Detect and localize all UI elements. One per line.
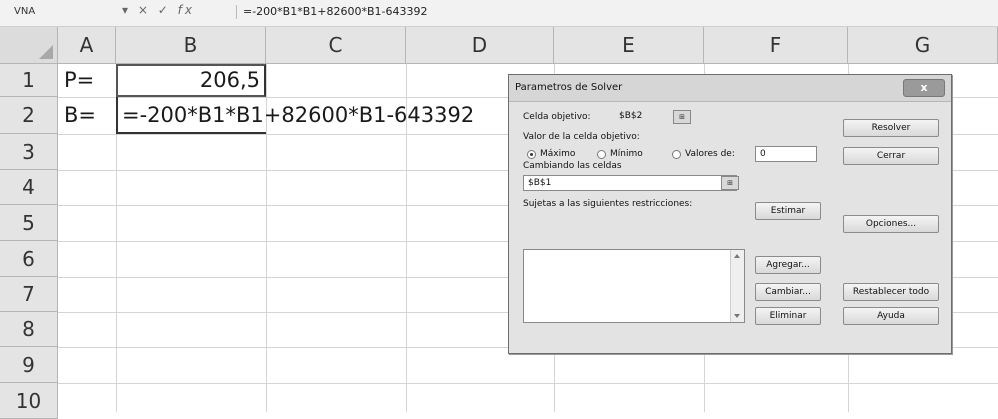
row-header-2[interactable]: 2: [0, 97, 58, 134]
column-header-g[interactable]: G: [848, 27, 998, 64]
objective-field[interactable]: $B$2: [615, 109, 671, 125]
dropdown-icon[interactable]: ▾: [122, 3, 131, 17]
cell-b2[interactable]: =-200*B1*B1+82600*B1-643392: [122, 103, 474, 127]
scroll-up-icon[interactable]: [734, 254, 740, 258]
constraints-list[interactable]: [523, 249, 745, 323]
dialog-title-bar[interactable]: Parametros de Solver x: [509, 75, 951, 102]
radio-valores[interactable]: [672, 150, 681, 159]
formula-buttons: ▾ × ✓ fx: [122, 3, 195, 21]
cancel-icon[interactable]: ×: [138, 3, 151, 17]
cell-b1[interactable]: 206,5: [130, 68, 260, 92]
change-button[interactable]: Cambiar...: [755, 283, 821, 301]
options-button[interactable]: Opciones...: [843, 215, 939, 233]
changing-cells-label: Cambiando las celdas: [523, 161, 622, 171]
row-header-7[interactable]: 7: [0, 277, 58, 312]
close-button[interactable]: x: [903, 79, 945, 97]
solve-button[interactable]: Resolver: [843, 119, 939, 137]
column-header-c[interactable]: C: [266, 27, 406, 64]
column-header-b[interactable]: B: [116, 27, 266, 64]
cell-a2[interactable]: B=: [64, 103, 96, 127]
select-all-corner[interactable]: [0, 27, 58, 64]
value-label: Valor de la celda objetivo:: [523, 132, 640, 142]
reset-all-button[interactable]: Restablecer todo: [843, 283, 939, 301]
solver-dialog: Parametros de Solver x Celda objetivo: $…: [508, 74, 952, 354]
objective-ref-icon[interactable]: ⊞: [673, 110, 691, 124]
row-header-6[interactable]: 6: [0, 241, 58, 277]
radio-valores-label: Valores de:: [685, 149, 735, 159]
fx-icon[interactable]: fx: [178, 3, 195, 17]
name-box[interactable]: VNA: [8, 4, 126, 20]
cell-a1[interactable]: P=: [64, 68, 94, 92]
radio-maximo[interactable]: [527, 150, 536, 159]
scroll-down-icon[interactable]: [734, 314, 740, 318]
dialog-title: Parametros de Solver: [515, 82, 623, 93]
row-header-1[interactable]: 1: [0, 64, 58, 97]
values-of-input[interactable]: 0: [755, 146, 817, 162]
radio-maximo-label: Máximo: [540, 149, 576, 159]
guess-button[interactable]: Estimar: [755, 202, 821, 220]
row-header-5[interactable]: 5: [0, 205, 58, 241]
close-dialog-button[interactable]: Cerrar: [843, 147, 939, 165]
radio-minimo-label: Mínimo: [610, 149, 643, 159]
formula-bar: VNA ▾ × ✓ fx =-200*B1*B1+82600*B1-643392: [0, 0, 998, 27]
constraints-label: Sujetas a las siguientes restricciones:: [523, 199, 693, 209]
delete-button[interactable]: Eliminar: [755, 307, 821, 325]
grid-line: [58, 383, 998, 384]
column-header-d[interactable]: D: [406, 27, 554, 64]
column-header-f[interactable]: F: [704, 27, 848, 64]
constraints-scrollbar[interactable]: [730, 250, 744, 322]
add-button[interactable]: Agregar...: [755, 256, 821, 274]
objective-label: Celda objetivo:: [523, 112, 591, 122]
radio-minimo[interactable]: [597, 150, 606, 159]
formula-input[interactable]: =-200*B1*B1+82600*B1-643392: [236, 5, 428, 19]
column-header-e[interactable]: E: [554, 27, 704, 64]
row-header-8[interactable]: 8: [0, 312, 58, 347]
column-header-a[interactable]: A: [58, 27, 116, 64]
changing-cells-input[interactable]: $B$1: [523, 175, 737, 191]
changing-ref-icon[interactable]: ⊞: [721, 176, 739, 190]
row-header-9[interactable]: 9: [0, 347, 58, 383]
row-header-10[interactable]: 10: [0, 383, 58, 419]
confirm-icon[interactable]: ✓: [158, 3, 171, 17]
help-button[interactable]: Ayuda: [843, 307, 939, 325]
row-header-3[interactable]: 3: [0, 134, 58, 170]
row-header-4[interactable]: 4: [0, 170, 58, 205]
